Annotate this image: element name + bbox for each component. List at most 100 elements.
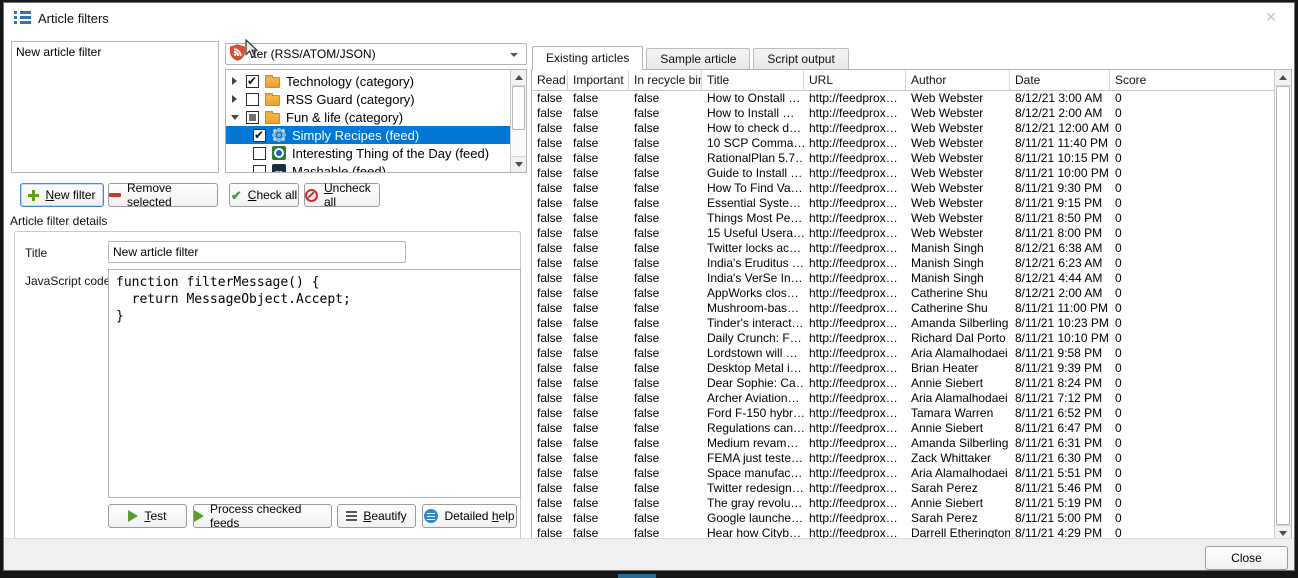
article-row[interactable]: falsefalsefalseGoogle launche…http://fee…: [532, 511, 1274, 526]
tree-item[interactable]: Simply Recipes (feed): [226, 126, 511, 144]
check-all-button[interactable]: ✔ Check all: [229, 183, 299, 207]
cell-important: false: [568, 421, 629, 436]
cell-url: http://feedprox…: [804, 181, 906, 196]
cell-date: 8/11/21 6:30 PM: [1010, 451, 1110, 466]
table-scrollbar-thumb[interactable]: [1276, 86, 1290, 525]
article-row[interactable]: falsefalsefalseMushroom-bas…http://feedp…: [532, 301, 1274, 316]
article-row[interactable]: falsefalsefalse10 SCP Comma…http://feedp…: [532, 136, 1274, 151]
column-header-author[interactable]: Author: [906, 70, 1010, 90]
article-row[interactable]: falsefalsefalseHow to Onstall …http://fe…: [532, 91, 1274, 106]
cell-url: http://feedprox…: [804, 106, 906, 121]
table-scrollbar[interactable]: [1274, 70, 1291, 541]
test-button[interactable]: Test: [108, 504, 187, 528]
expander-icon[interactable]: [231, 76, 240, 86]
article-row[interactable]: falsefalsefalseLordstown will …http://fe…: [532, 346, 1274, 361]
article-row[interactable]: falsefalsefalseRegulations can…http://fe…: [532, 421, 1274, 436]
beautify-button[interactable]: Beautify: [337, 504, 416, 528]
help-icon: [424, 509, 438, 523]
item-checkbox[interactable]: [246, 75, 259, 88]
article-row[interactable]: falsefalsefalseTwitter locks ac…http://f…: [532, 241, 1274, 256]
cell-url: http://feedprox…: [804, 271, 906, 286]
article-row[interactable]: falsefalsefalseThings Most Pe…http://fee…: [532, 211, 1274, 226]
cell-read: false: [532, 346, 568, 361]
tree-item-label: RSS Guard (category): [286, 92, 415, 107]
item-checkbox[interactable]: [253, 129, 266, 142]
cell-author: Catherine Shu: [906, 301, 1010, 316]
tab-script-output[interactable]: Script output: [753, 48, 848, 69]
item-checkbox[interactable]: [246, 111, 259, 124]
cell-important: false: [568, 406, 629, 421]
article-row[interactable]: falsefalsefalseHow To Find Va…http://fee…: [532, 181, 1274, 196]
expander-icon[interactable]: [231, 112, 240, 122]
article-row[interactable]: falsefalsefalseHow to Install …http://fe…: [532, 106, 1274, 121]
tree-item[interactable]: Mashable (feed): [226, 162, 511, 173]
table-header[interactable]: ReadImportantIn recycle binTitleURLAutho…: [532, 70, 1274, 91]
scroll-up-icon[interactable]: [1275, 70, 1291, 86]
tree-scrollbar-thumb[interactable]: [512, 86, 525, 130]
article-filters-dialog: Article filters × New article filter tte…: [3, 2, 1295, 571]
article-row[interactable]: falsefalsefalseHow to check d…http://fee…: [532, 121, 1274, 136]
detailed-help-button[interactable]: Detailed help: [422, 504, 517, 528]
tab-existing-articles[interactable]: Existing articles: [532, 46, 643, 70]
close-button[interactable]: Close: [1205, 546, 1288, 570]
item-checkbox[interactable]: [253, 165, 266, 174]
tree-item[interactable]: Interesting Thing of the Day (feed): [226, 144, 511, 162]
new-filter-button[interactable]: New filter: [20, 183, 104, 207]
javascript-code-editor[interactable]: function filterMessage() { return Messag…: [108, 269, 521, 498]
article-row[interactable]: falsefalsefalse15 Useful Usera…http://fe…: [532, 226, 1274, 241]
article-row[interactable]: falsefalsefalseGuide to Install …http://…: [532, 166, 1274, 181]
cell-author: Amanda Silberling: [906, 436, 1010, 451]
scroll-down-icon[interactable]: [511, 156, 526, 172]
close-icon[interactable]: ×: [1260, 6, 1282, 28]
column-header-score[interactable]: Score: [1110, 70, 1274, 90]
uncheck-all-button[interactable]: Uncheck all: [304, 183, 380, 207]
article-row[interactable]: falsefalsefalseTinder's interact…http://…: [532, 316, 1274, 331]
beautify-label: Beautify: [363, 509, 406, 523]
cell-date: 8/11/21 11:00 PM: [1010, 301, 1110, 316]
process-checked-feeds-button[interactable]: Process checked feeds: [193, 504, 332, 528]
cell-author: Annie Siebert: [906, 376, 1010, 391]
article-row[interactable]: falsefalsefalseThe gray revolu…http://fe…: [532, 496, 1274, 511]
cell-title: Twitter redesign…: [702, 481, 804, 496]
tab-sample-article[interactable]: Sample article: [646, 48, 750, 69]
column-header-important[interactable]: Important: [568, 70, 629, 90]
article-row[interactable]: falsefalsefalseDear Sophie: Ca…http://fe…: [532, 376, 1274, 391]
article-row[interactable]: falsefalsefalseTwitter redesign…http://f…: [532, 481, 1274, 496]
article-row[interactable]: falsefalsefalseEssential Syste…http://fe…: [532, 196, 1274, 211]
tree-item[interactable]: Technology (category): [226, 72, 511, 90]
title-input[interactable]: [108, 241, 406, 263]
column-header-in-recycle-bin[interactable]: In recycle bin: [629, 70, 702, 90]
scroll-up-icon[interactable]: [511, 70, 526, 86]
column-header-date[interactable]: Date: [1010, 70, 1110, 90]
tree-item[interactable]: RSS Guard (category): [226, 90, 511, 108]
item-checkbox[interactable]: [246, 93, 259, 106]
item-checkbox[interactable]: [253, 147, 266, 160]
column-header-title[interactable]: Title: [702, 70, 804, 90]
cell-url: http://feedprox…: [804, 406, 906, 421]
cell-read: false: [532, 181, 568, 196]
article-row[interactable]: falsefalsefalseFEMA just teste…http://fe…: [532, 451, 1274, 466]
article-row[interactable]: falsefalsefalseDaily Crunch: F…http://fe…: [532, 331, 1274, 346]
filter-list-item[interactable]: New article filter: [12, 42, 218, 61]
article-row[interactable]: falsefalsefalseAppWorks clos…http://feed…: [532, 286, 1274, 301]
article-row[interactable]: falsefalsefalseIndia's Eruditus …http://…: [532, 256, 1274, 271]
article-row[interactable]: falsefalsefalseIndia's VerSe In…http://f…: [532, 271, 1274, 286]
account-selector[interactable]: tter (RSS/ATOM/JSON): [225, 43, 527, 65]
tree-item[interactable]: Fun & life (category): [226, 108, 511, 126]
article-row[interactable]: falsefalsefalseFord F-150 hybr…http://fe…: [532, 406, 1274, 421]
expander-icon[interactable]: [231, 94, 240, 104]
remove-selected-button[interactable]: Remove selected: [108, 183, 218, 207]
column-header-url[interactable]: URL: [804, 70, 906, 90]
column-header-read[interactable]: Read: [532, 70, 568, 90]
article-row[interactable]: falsefalsefalseMedium revam…http://feedp…: [532, 436, 1274, 451]
cell-title: How to Onstall …: [702, 91, 804, 106]
filter-list[interactable]: New article filter: [11, 41, 219, 173]
cell-in-recycle-bin: false: [629, 451, 702, 466]
article-row[interactable]: falsefalsefalseDesktop Metal i…http://fe…: [532, 361, 1274, 376]
table-body: falsefalsefalseHow to Onstall …http://fe…: [532, 91, 1274, 541]
article-row[interactable]: falsefalsefalseSpace manufac…http://feed…: [532, 466, 1274, 481]
cell-title: Things Most Pe…: [702, 211, 804, 226]
tree-scrollbar[interactable]: [510, 70, 526, 172]
article-row[interactable]: falsefalsefalseArcher Aviation…http://fe…: [532, 391, 1274, 406]
article-row[interactable]: falsefalsefalseRationalPlan 5.7…http://f…: [532, 151, 1274, 166]
